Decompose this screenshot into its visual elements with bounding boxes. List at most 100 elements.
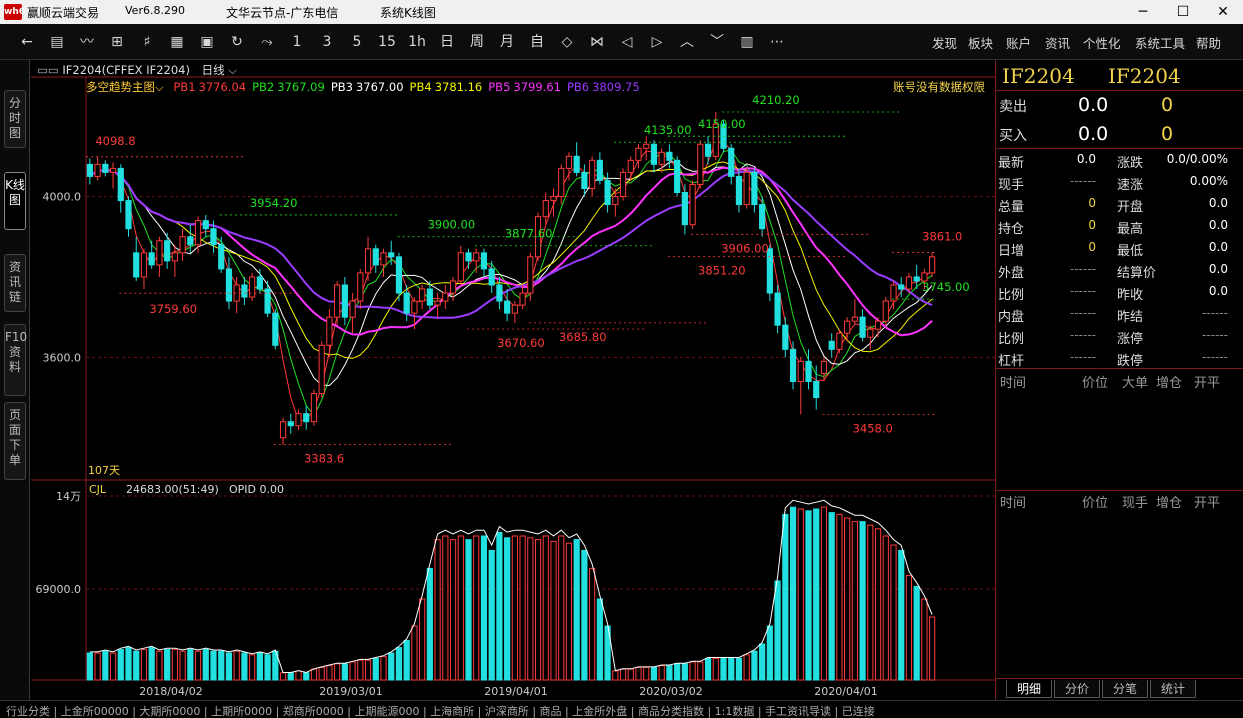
side-tab-1[interactable]: K线图 — [4, 172, 26, 230]
volume-bar — [712, 657, 719, 681]
quote-label: 比例 — [998, 332, 1025, 347]
candle-body — [643, 143, 650, 149]
zoom-in-icon[interactable]: ◇ — [554, 32, 580, 52]
kline-chart[interactable]: 4000.0 3600.0 4098.8 3759.60 3954.20 3900.00 3… — [31, 60, 995, 718]
side-tab-4[interactable]: 页面下单 — [4, 402, 26, 480]
menu-0[interactable]: 发现 — [932, 33, 957, 52]
candle-body — [109, 167, 117, 173]
maximize-icon[interactable]: ☐ — [1165, 2, 1201, 22]
volume-bar — [225, 652, 233, 681]
period-1h[interactable]: 1h — [404, 32, 430, 52]
candle-body — [411, 300, 418, 314]
panel-tab-0[interactable]: 明细 — [1006, 680, 1052, 698]
volume-bar — [434, 539, 441, 681]
candle-body — [890, 284, 897, 302]
title-bar: wh6 赢顺云端交易 Ver6.8.290 文华云节点-广东电信 系统K线图 ─… — [0, 0, 1243, 24]
volume-bar — [658, 665, 665, 681]
panel-tab-3[interactable]: 统计 — [1150, 680, 1196, 698]
menu-5[interactable]: 系统工具 — [1135, 33, 1185, 52]
app-name: 赢顺云端交易 — [27, 6, 100, 20]
volume-bar — [534, 539, 542, 681]
refresh-icon[interactable]: ↻ — [224, 32, 250, 52]
candle-body — [619, 171, 627, 198]
volume-bar — [164, 648, 171, 681]
menu-3[interactable]: 资讯 — [1045, 33, 1070, 52]
volume-bar — [449, 539, 457, 681]
quote-list-icon[interactable]: ▤ — [44, 32, 70, 52]
back-icon[interactable]: ← — [14, 32, 40, 52]
volume-bar — [851, 521, 858, 681]
ma-line-5 — [89, 166, 933, 337]
buy-price: 0.0 — [1078, 123, 1109, 145]
volume-bar — [457, 535, 464, 681]
period-custom[interactable]: 自 — [524, 32, 550, 52]
quote-value: ------ — [1070, 350, 1096, 364]
quote-value: 0.0 — [1208, 284, 1228, 298]
candle-body — [218, 244, 225, 270]
volume-bar — [241, 652, 248, 681]
period-5m[interactable]: 5 — [344, 32, 370, 52]
down-icon[interactable]: ﹀ — [704, 32, 730, 52]
period-3m[interactable]: 3 — [314, 32, 340, 52]
up-icon[interactable]: ︿ — [674, 32, 700, 52]
price-tick: 3600.0 — [43, 351, 82, 364]
quote-label: 持仓 — [998, 222, 1025, 237]
board-icon[interactable]: ▦ — [164, 32, 190, 52]
close-icon[interactable]: ✕ — [1205, 2, 1241, 22]
volume-bar — [326, 665, 333, 681]
volume-bar — [797, 508, 804, 681]
chart-area[interactable]: ▭▭ IF2204(CFFEX IF2204) 日线 ⌵ 多空趋势主图⌵ PB1… — [31, 60, 995, 718]
menu-4[interactable]: 个性化 — [1083, 33, 1121, 52]
minimize-icon[interactable]: ─ — [1125, 2, 1161, 22]
price-annotation: 3759.60 — [149, 302, 197, 316]
volume-bar — [519, 535, 526, 681]
period-month[interactable]: 月 — [494, 32, 520, 52]
zoom-out-icon[interactable]: ⋈ — [584, 32, 610, 52]
candle-body — [789, 348, 797, 382]
candle-body — [504, 300, 511, 314]
candle-body — [140, 252, 148, 278]
ma-line-3 — [89, 161, 933, 387]
menu-1[interactable]: 板块 — [968, 33, 993, 52]
menu-2[interactable]: 账户 — [1006, 33, 1031, 52]
period-day[interactable]: 日 — [434, 32, 460, 52]
volume-bar — [511, 535, 518, 681]
volume-bar — [473, 535, 480, 681]
draw-icon[interactable]: ⤳ — [254, 32, 280, 52]
left-icon[interactable]: ◁ — [614, 32, 640, 52]
candle-icon[interactable]: ♯ — [134, 32, 160, 52]
panel-tab-1[interactable]: 分价 — [1054, 680, 1100, 698]
side-tab-2[interactable]: 资讯链 — [4, 254, 26, 312]
side-tab-3[interactable]: F10资料 — [4, 324, 27, 396]
candle-body — [287, 421, 294, 427]
price-annotation: 3877.60 — [505, 227, 553, 241]
layout-icon[interactable]: ▥ — [734, 32, 760, 52]
volume-bar — [836, 513, 843, 681]
side-tab-0[interactable]: 分时图 — [4, 90, 26, 148]
right-icon[interactable]: ▷ — [644, 32, 670, 52]
volume-bar — [913, 585, 920, 681]
candle-body — [241, 284, 248, 298]
line-chart-icon[interactable]: 〰 — [74, 32, 100, 52]
candle-body — [558, 167, 565, 198]
period-week[interactable]: 周 — [464, 32, 490, 52]
menu-6[interactable]: 帮助 — [1196, 33, 1221, 52]
candle-body — [380, 252, 387, 266]
more-icon[interactable]: ⋯ — [764, 32, 790, 52]
save-icon[interactable]: ▣ — [194, 32, 220, 52]
candle-body — [650, 143, 658, 165]
bar-chart-icon[interactable]: ⊞ — [104, 32, 130, 52]
period-15m[interactable]: 15 — [374, 32, 400, 52]
side-tabs: 分时图 K线图资讯链 F10资料页面下单 — [0, 60, 30, 718]
period-1m[interactable]: 1 — [284, 32, 310, 52]
panel-tab-2[interactable]: 分笔 — [1102, 680, 1148, 698]
volume-bar — [102, 650, 109, 681]
days-label: 107天 — [88, 464, 120, 477]
quote-label: 结算价 — [1117, 266, 1157, 281]
candle-body — [604, 179, 611, 206]
volume-bar — [882, 535, 889, 681]
volume-bar — [133, 650, 140, 681]
quote-value: ------ — [1070, 174, 1096, 188]
quote-value: 0.0/0.00% — [1166, 152, 1228, 166]
volume-bar — [156, 650, 163, 681]
